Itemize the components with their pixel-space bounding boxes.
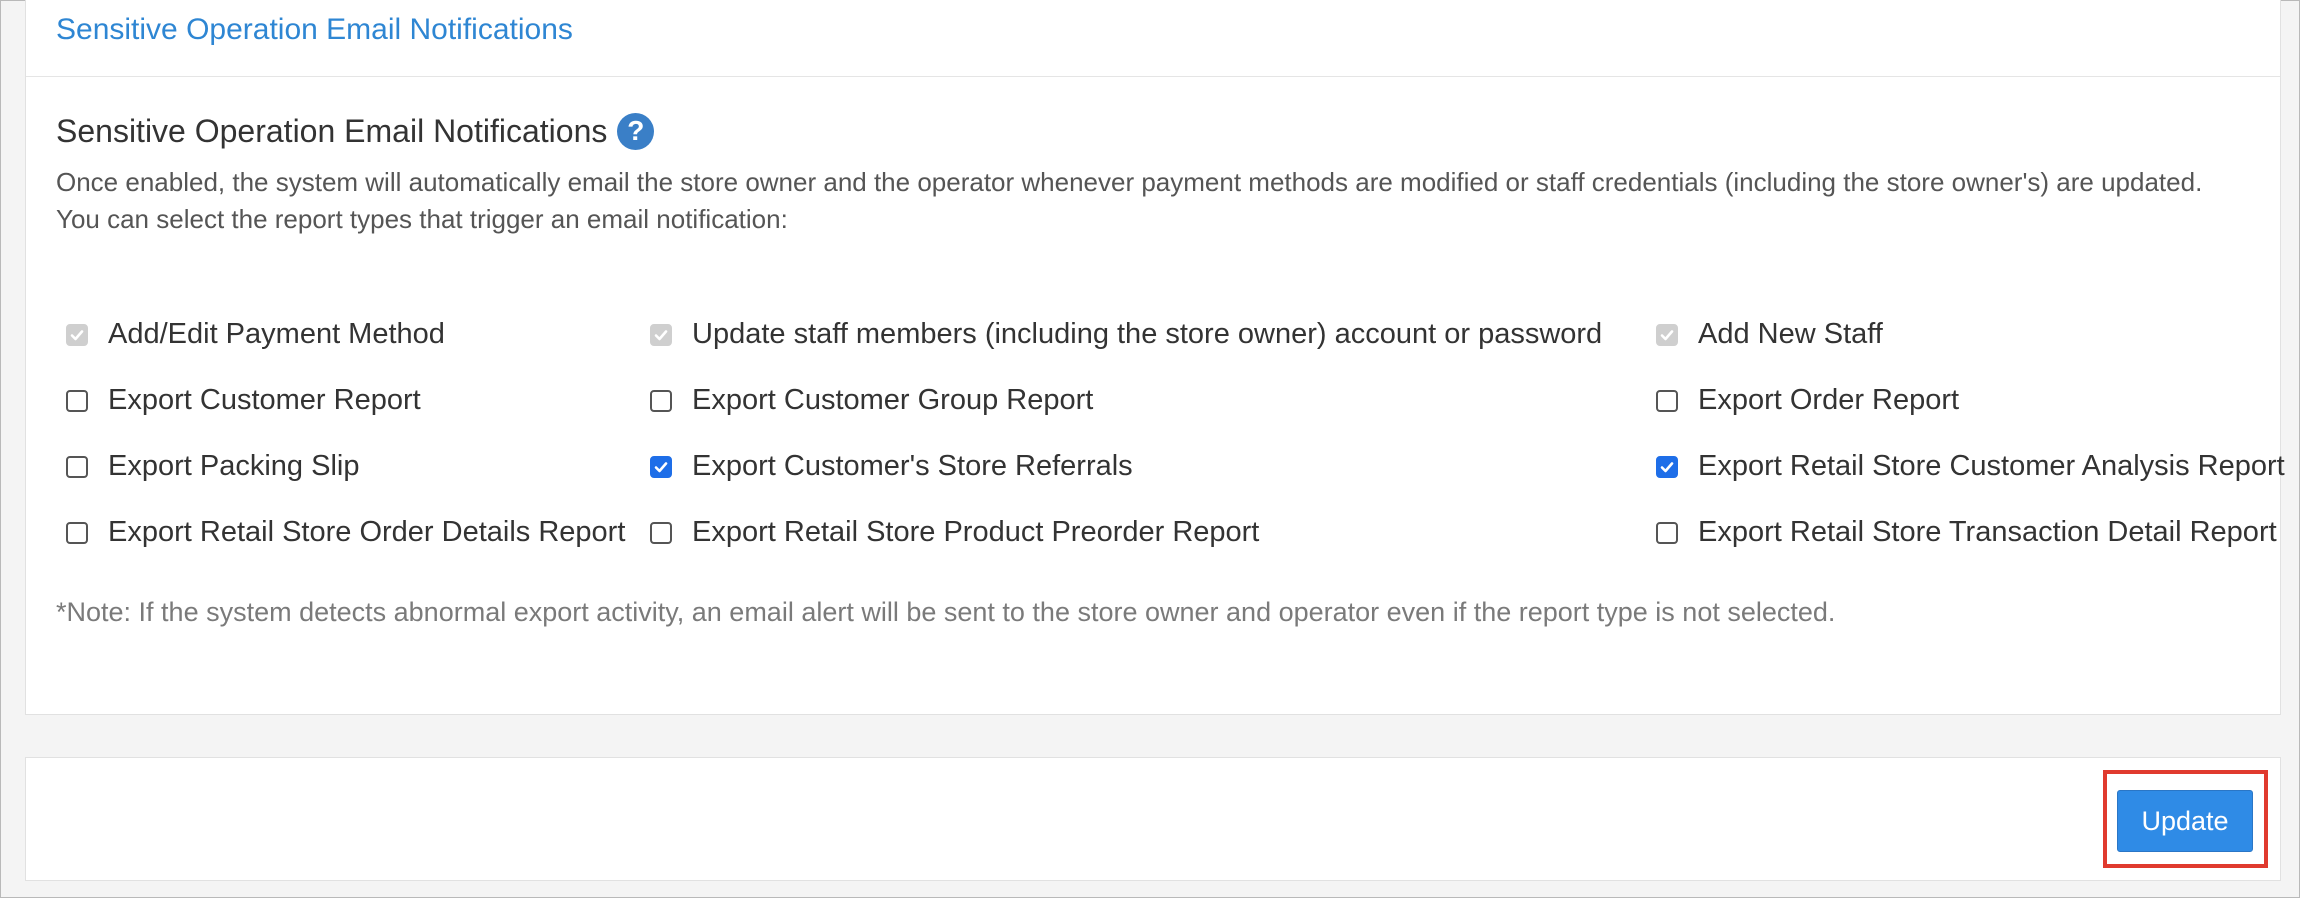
section-heading: Sensitive Operation Email Notifications … [56,110,655,152]
footer-panel [25,757,2281,881]
option-label: Export Customer Group Report [692,384,1094,416]
note-text: *Note: If the system detects abnormal ex… [56,597,1836,627]
checkbox[interactable] [66,323,88,346]
description-instruction: You can select the report types that tri… [56,204,788,234]
description-text: Once enabled, the system will automatica… [56,167,2203,197]
option-export-customer-group-report[interactable]: Export Customer Group Report [650,384,1093,417]
option-label: Export Retail Store Customer Analysis Re… [1698,450,2285,482]
checkbox[interactable] [66,455,88,478]
section-description: Once enabled, the system will automatica… [56,164,2256,238]
option-export-store-referrals[interactable]: Export Customer's Store Referrals [650,450,1133,483]
option-label: Export Customer's Store Referrals [692,450,1133,482]
option-label: Export Customer Report [108,384,421,416]
panel-title: Sensitive Operation Email Notifications [56,13,573,46]
panel-header: Sensitive Operation Email Notifications [26,0,2280,77]
option-add-new-staff[interactable]: Add New Staff [1656,318,1883,351]
option-export-packing-slip[interactable]: Export Packing Slip [66,450,359,483]
option-label: Export Retail Store Product Preorder Rep… [692,516,1260,548]
question-circle-icon[interactable]: ? [617,112,655,150]
checkbox[interactable] [1656,521,1678,544]
checkbox[interactable] [650,455,672,478]
update-button[interactable]: Update [2117,790,2253,852]
option-label: Add/Edit Payment Method [108,318,445,350]
option-label: Export Order Report [1698,384,1960,416]
option-export-customer-analysis-report[interactable]: Export Retail Store Customer Analysis Re… [1656,450,2285,483]
option-label: Export Retail Store Order Details Report [108,516,626,548]
option-label: Export Packing Slip [108,450,360,482]
option-label: Add New Staff [1698,318,1883,350]
option-label: Export Retail Store Transaction Detail R… [1698,516,2277,548]
checkbox[interactable] [1656,389,1678,412]
checkbox[interactable] [66,389,88,412]
option-update-staff-account[interactable]: Update staff members (including the stor… [650,318,1602,351]
option-export-order-details-report[interactable]: Export Retail Store Order Details Report [66,516,625,549]
option-export-order-report[interactable]: Export Order Report [1656,384,1959,417]
option-export-customer-report[interactable]: Export Customer Report [66,384,421,417]
notifications-panel: Sensitive Operation Email Notifications … [25,0,2285,715]
checkbox[interactable] [650,323,672,346]
option-export-transaction-detail-report[interactable]: Export Retail Store Transaction Detail R… [1656,516,2277,549]
checkbox[interactable] [1656,455,1678,478]
checkbox[interactable] [650,389,672,412]
checkbox[interactable] [66,521,88,544]
option-export-product-preorder-report[interactable]: Export Retail Store Product Preorder Rep… [650,516,1259,549]
checkbox[interactable] [650,521,672,544]
checkbox[interactable] [1656,323,1678,346]
option-add-edit-payment-method[interactable]: Add/Edit Payment Method [66,318,445,351]
option-label: Update staff members (including the stor… [692,318,1603,350]
section-title: Sensitive Operation Email Notifications [56,113,608,149]
